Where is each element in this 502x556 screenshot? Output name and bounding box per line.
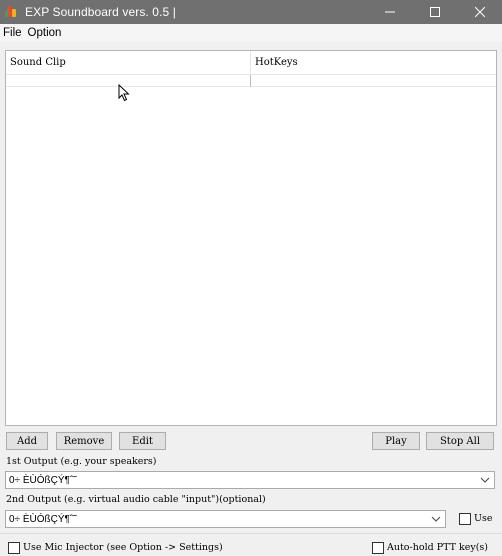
output1-select[interactable]: 0÷ ÈÙÓßÇÝ¶ˆ˜ [5, 471, 495, 489]
list-row-placeholder [6, 75, 496, 87]
close-button[interactable] [457, 0, 502, 24]
title-bar[interactable]: EXP Soundboard vers. 0.5 | [0, 0, 502, 24]
list-header: Sound Clip HotKeys [6, 51, 496, 75]
menu-bar: File Option [0, 24, 502, 42]
menu-file[interactable]: File [3, 27, 22, 39]
app-logo-icon [5, 5, 19, 19]
play-button[interactable]: Play [372, 432, 420, 450]
mouse-cursor-icon [118, 84, 130, 102]
edit-button[interactable]: Edit [119, 432, 166, 450]
maximize-icon [429, 7, 440, 17]
stop-all-button[interactable]: Stop All [426, 432, 494, 450]
output1-label: 1st Output (e.g. your speakers) [6, 456, 157, 467]
output2-label: 2nd Output (e.g. virtual audio cable "in… [6, 494, 266, 505]
minimize-button[interactable] [367, 0, 412, 24]
window-title: EXP Soundboard vers. 0.5 | [25, 5, 176, 19]
sound-clip-list[interactable]: Sound Clip HotKeys [5, 50, 497, 426]
remove-button[interactable]: Remove [56, 432, 112, 450]
output2-use-label: Use [474, 513, 493, 524]
mic-injector-checkbox[interactable] [8, 542, 20, 554]
column-divider[interactable] [250, 75, 251, 87]
mic-injector-label: Use Mic Injector (see Option -> Settings… [23, 542, 223, 553]
output2-use-checkbox[interactable] [459, 513, 471, 525]
minimize-icon [384, 11, 395, 13]
output2-select[interactable]: 0÷ ÈÙÓßÇÝ¶ˆ˜ [5, 510, 446, 528]
auto-hold-ptt-checkbox[interactable] [372, 542, 384, 554]
menu-option[interactable]: Option [28, 27, 62, 39]
output1-value: 0÷ ÈÙÓßÇÝ¶ˆ˜ [9, 474, 77, 486]
output2-value: 0÷ ÈÙÓßÇÝ¶ˆ˜ [9, 513, 77, 525]
maximize-button[interactable] [412, 0, 457, 24]
add-button[interactable]: Add [6, 432, 48, 450]
column-header-sound-clip[interactable]: Sound Clip [6, 51, 251, 75]
chevron-down-icon [431, 516, 441, 522]
column-header-hotkeys[interactable]: HotKeys [251, 51, 496, 75]
close-icon [474, 7, 485, 17]
auto-hold-ptt-label: Auto-hold PTT key(s) [387, 542, 488, 553]
chevron-down-icon [480, 477, 490, 483]
divider [0, 533, 502, 534]
